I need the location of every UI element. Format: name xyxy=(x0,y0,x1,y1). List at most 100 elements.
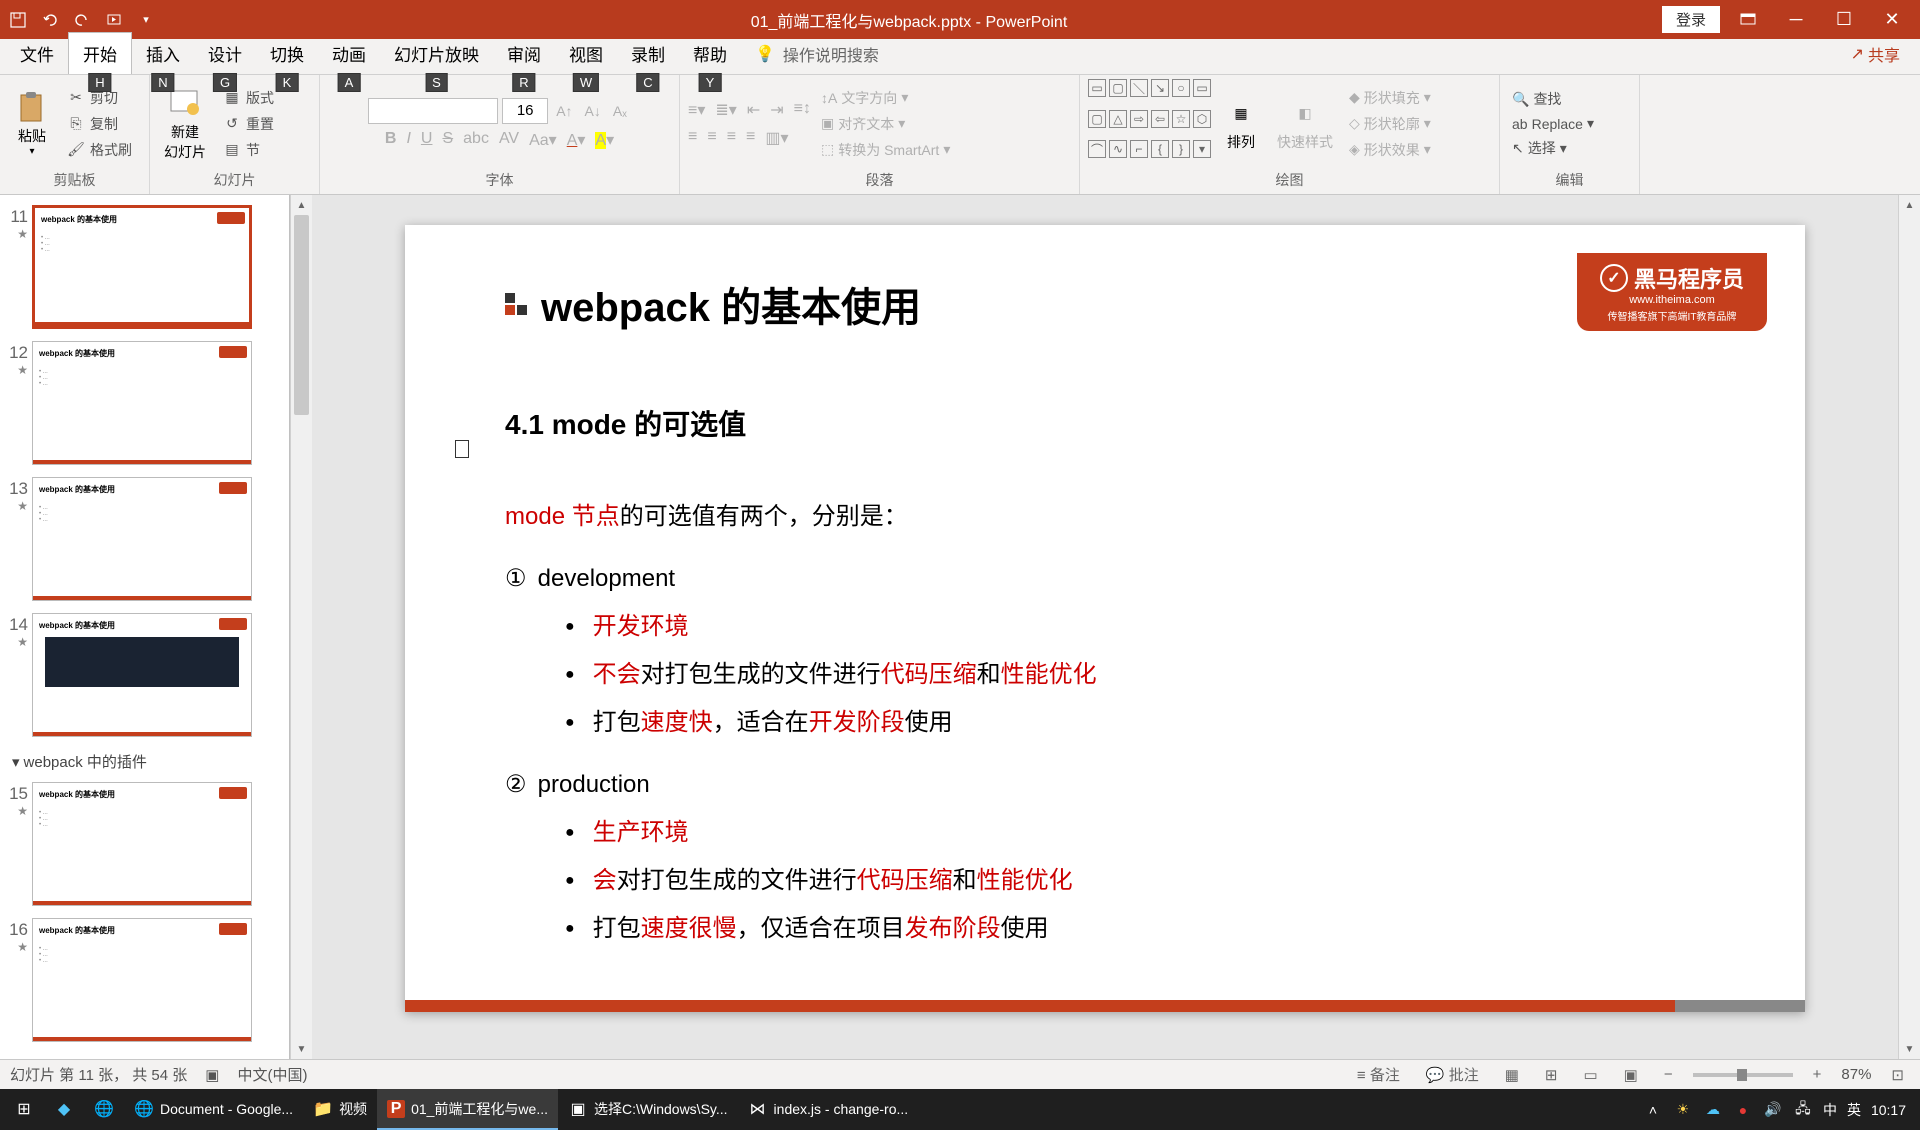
arrange-button[interactable]: ▦排列 xyxy=(1217,79,1265,168)
font-name-input[interactable] xyxy=(368,98,498,124)
quick-styles-button[interactable]: ◧快速样式 xyxy=(1271,79,1339,168)
format-painter-button[interactable]: 🖌格式刷 xyxy=(62,138,136,162)
section-header[interactable]: ▾webpack 中的插件 xyxy=(0,745,289,778)
thumbnail-item[interactable]: 11★webpack 的基本使用• ...• ...• ... xyxy=(0,201,289,337)
select-button[interactable]: ↖选择▾ xyxy=(1508,136,1598,160)
paste-button[interactable]: 粘贴▾ xyxy=(8,79,56,168)
reading-view-icon[interactable]: ▭ xyxy=(1577,1064,1603,1086)
menu-review[interactable]: 审阅R xyxy=(493,33,555,74)
shape-rrect-icon[interactable]: ▢ xyxy=(1088,110,1106,128)
task-app-2[interactable]: 🌐 xyxy=(84,1089,124,1130)
clock[interactable]: 10:17 xyxy=(1871,1102,1906,1118)
tray-up-icon[interactable]: ˄ xyxy=(1643,1100,1663,1120)
menu-record[interactable]: 录制C xyxy=(617,33,679,74)
shape-hex-icon[interactable]: ⬡ xyxy=(1193,110,1211,128)
thumbnail-item[interactable]: 14★webpack 的基本使用 xyxy=(0,609,289,745)
shape-curve2-icon[interactable]: ∿ xyxy=(1109,140,1127,158)
menu-file[interactable]: 文件 xyxy=(6,33,68,74)
minimize-icon[interactable]: ─ xyxy=(1776,5,1816,35)
italic-icon[interactable]: I xyxy=(406,130,410,150)
maximize-icon[interactable]: ☐ xyxy=(1824,5,1864,35)
copy-button[interactable]: ⎘复制 xyxy=(62,112,136,136)
menu-transitions[interactable]: 切换K xyxy=(256,33,318,74)
tray-record-icon[interactable]: ● xyxy=(1733,1100,1753,1120)
notes-button[interactable]: ≡ 备注 xyxy=(1351,1062,1406,1087)
zoom-in-icon[interactable]: + xyxy=(1807,1064,1828,1085)
taskbar-app[interactable]: ▣选择C:\Windows\Sy... xyxy=(558,1089,738,1130)
shape-arrow2-icon[interactable]: ⇦ xyxy=(1151,110,1169,128)
bullets-icon[interactable]: ≡▾ xyxy=(688,100,705,120)
thumb-preview[interactable]: webpack 的基本使用• ...• ...• ... xyxy=(32,918,252,1042)
slide-scrollbar[interactable]: ▲ ▼ xyxy=(1898,195,1920,1059)
slide-canvas[interactable]: ✓黑马程序员 www.itheima.com 传智播客旗下高端IT教育品牌 we… xyxy=(405,225,1805,1012)
shapes-gallery[interactable]: ▭ ▢ ＼ ↘ ○ ▭ ▢ △ ⇨ ⇦ ☆ ⬡ ⌒ ∿ ⌐ { } ▾ xyxy=(1088,79,1211,168)
tray-weather-icon[interactable]: ☀ xyxy=(1673,1100,1693,1120)
thumb-preview[interactable]: webpack 的基本使用• ...• ...• ... xyxy=(32,341,252,465)
scroll-down-icon[interactable]: ▼ xyxy=(291,1039,312,1059)
tray-volume-icon[interactable]: 🔊 xyxy=(1763,1100,1783,1120)
thumbnail-item[interactable]: 13★webpack 的基本使用• ...• ...• ... xyxy=(0,473,289,609)
section-button[interactable]: ▤节 xyxy=(218,138,278,162)
language-indicator[interactable]: 中文(中国) xyxy=(237,1064,307,1085)
taskbar-app[interactable]: ⋈index.js - change-ro... xyxy=(738,1089,919,1130)
shape-star-icon[interactable]: ☆ xyxy=(1172,110,1190,128)
shape-tri-icon[interactable]: △ xyxy=(1109,110,1127,128)
slideshow-view-icon[interactable]: ▣ xyxy=(1618,1064,1644,1086)
decrease-indent-icon[interactable]: ⇤ xyxy=(747,100,760,120)
shape-rect3-icon[interactable]: ▭ xyxy=(1193,79,1211,97)
menu-home[interactable]: 开始H xyxy=(68,32,132,74)
zoom-level[interactable]: 87% xyxy=(1841,1066,1871,1083)
line-spacing-icon[interactable]: ≡↕ xyxy=(794,100,811,120)
thumb-preview[interactable]: webpack 的基本使用• ...• ...• ... xyxy=(32,782,252,906)
slide-scroll-down-icon[interactable]: ▼ xyxy=(1899,1039,1920,1059)
reset-button[interactable]: ↺重置 xyxy=(218,112,278,136)
change-case-icon[interactable]: Aa▾ xyxy=(529,130,557,150)
columns-icon[interactable]: ▥▾ xyxy=(765,128,788,148)
tray-onedrive-icon[interactable]: ☁ xyxy=(1703,1100,1723,1120)
ime-en[interactable]: 英 xyxy=(1847,1100,1861,1120)
menu-slideshow[interactable]: 幻灯片放映S xyxy=(380,33,493,74)
login-button[interactable]: 登录 xyxy=(1662,6,1720,33)
slide-body[interactable]: mode 节点的可选值有两个，分别是：① development●开发环境●不会… xyxy=(505,493,1705,953)
shape-oval-icon[interactable]: ○ xyxy=(1172,79,1190,97)
menu-design[interactable]: 设计G xyxy=(194,33,256,74)
align-text-button[interactable]: ▣对齐文本▾ xyxy=(817,112,954,136)
redo-icon[interactable] xyxy=(72,10,92,30)
normal-view-icon[interactable]: ▦ xyxy=(1499,1064,1525,1086)
thumb-preview[interactable]: webpack 的基本使用• ...• ...• ... xyxy=(32,477,252,601)
align-center-icon[interactable]: ≡ xyxy=(707,128,716,148)
spell-check-icon[interactable]: ▣ xyxy=(205,1066,219,1084)
shape-line-icon[interactable]: ＼ xyxy=(1130,79,1148,97)
shape-brace-icon[interactable]: { xyxy=(1151,140,1169,158)
scrollbar-thumb[interactable] xyxy=(294,215,309,415)
text-direction-button[interactable]: ↕A文字方向▾ xyxy=(817,86,954,110)
shape-rect2-icon[interactable]: ▢ xyxy=(1109,79,1127,97)
increase-indent-icon[interactable]: ⇥ xyxy=(770,100,783,120)
sorter-view-icon[interactable]: ⊞ xyxy=(1539,1064,1564,1086)
menu-animations[interactable]: 动画A xyxy=(318,33,380,74)
save-icon[interactable] xyxy=(8,10,28,30)
slide-counter[interactable]: 幻灯片 第 11 张， 共 54 张 xyxy=(10,1064,187,1085)
clear-format-icon[interactable]: Aₓ xyxy=(609,101,631,121)
highlight-icon[interactable]: A▾ xyxy=(595,130,614,150)
spacing-icon[interactable]: AV xyxy=(499,130,519,150)
start-from-beginning-icon[interactable] xyxy=(104,10,124,30)
fit-to-window-icon[interactable]: ⊡ xyxy=(1885,1064,1910,1086)
close-icon[interactable]: ✕ xyxy=(1872,5,1912,35)
slide-title[interactable]: webpack 的基本使用 xyxy=(541,275,921,333)
thumbnail-scrollbar[interactable]: ▲ ▼ xyxy=(290,195,312,1059)
shape-more-icon[interactable]: ▾ xyxy=(1193,140,1211,158)
shape-arrow-icon[interactable]: ⇨ xyxy=(1130,110,1148,128)
font-size-input[interactable] xyxy=(502,98,548,124)
thumb-preview[interactable]: webpack 的基本使用• ...• ...• ... xyxy=(32,205,252,329)
shape-rect-icon[interactable]: ▭ xyxy=(1088,79,1106,97)
align-right-icon[interactable]: ≡ xyxy=(727,128,736,148)
shape-connector-icon[interactable]: ⌐ xyxy=(1130,140,1148,158)
tray-network-icon[interactable]: 🖧 xyxy=(1793,1100,1813,1120)
start-button[interactable]: ⊞ xyxy=(4,1089,44,1130)
increase-font-icon[interactable]: A↑ xyxy=(552,101,576,121)
thumbnail-item[interactable]: 12★webpack 的基本使用• ...• ...• ... xyxy=(0,337,289,473)
ime-zh[interactable]: 中 xyxy=(1823,1100,1837,1120)
menu-view[interactable]: 视图W xyxy=(555,33,617,74)
share-button[interactable]: ↗共享 xyxy=(1837,34,1914,74)
